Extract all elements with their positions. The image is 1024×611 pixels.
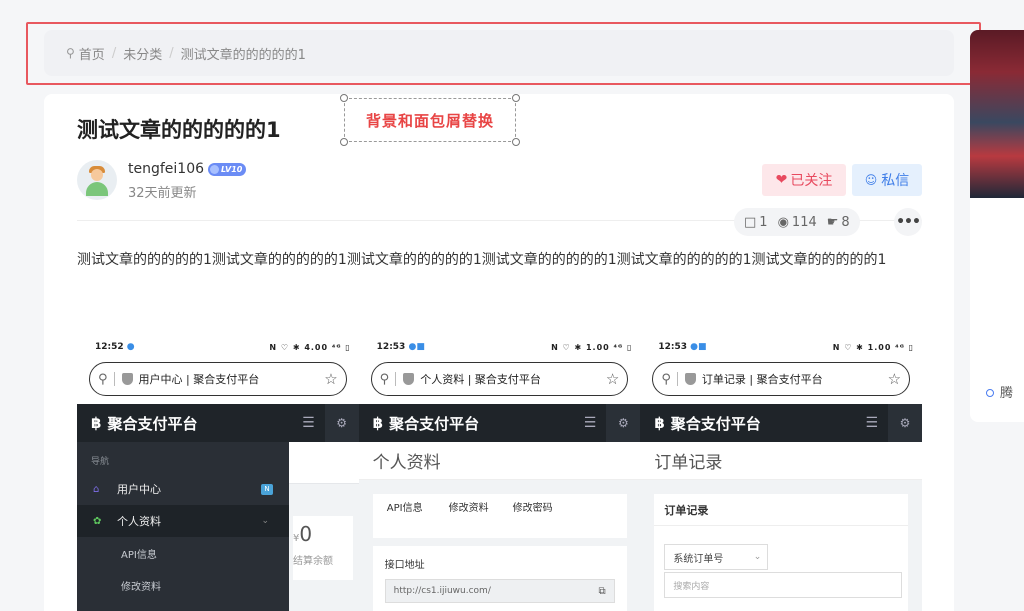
update-time: 32天前更新 [128, 186, 197, 201]
phone-screenshot-1: 12:52 ● N ♡ ✱ 4.00 ⁴ᴳ ▯ ⚲ 用户中心 | 聚合支付平台 … [77, 332, 359, 611]
field-label: 接口地址 [384, 560, 425, 571]
eye-icon: ◉ [777, 214, 789, 230]
status-bar: 12:53 ●■ N ♡ ✱ 1.00 ⁴ᴳ ▯ [376, 342, 633, 352]
copy-icon: ⧉ [598, 585, 606, 597]
comment-icon: □ [744, 214, 757, 230]
page-title: 订单记录 [640, 442, 923, 480]
menu-icon: ☰ [302, 415, 315, 431]
bitcoin-icon: ฿ [91, 414, 102, 432]
breadcrumb: ⚲ 首页 / 未分类 / 测试文章的的的的的1 [44, 30, 954, 76]
map-pin-icon: ⚲ [66, 46, 75, 60]
article-card: 测试文章的的的的的1 背景和面包屑替换 tengfei106 LV10 32天前… [44, 94, 954, 611]
resize-handle-icon [340, 138, 348, 146]
app-header: ฿聚合支付平台 ☰ ⚙ [640, 404, 923, 442]
chat-icon: ☺ [864, 173, 878, 187]
order-field-select: 系统订单号 ⌄ [664, 544, 769, 570]
sidebar-card-image[interactable] [970, 30, 1024, 198]
breadcrumb-separator: / [111, 45, 117, 61]
article-page: ⚲ 首页 / 未分类 / 测试文章的的的的的1 腾 测试文章的的的的的1 背景和… [0, 0, 1024, 611]
star-icon: ☆ [887, 370, 902, 388]
bitcoin-icon: ฿ [654, 414, 665, 432]
sidebar-subitem: 修改资料 [121, 581, 161, 593]
app-sidebar: 导航 ⌂ 用户中心 N ✿ 个人资料 ⌄ API信息 修改资料 [77, 442, 289, 611]
app-content: ¥0 结算余额 [289, 442, 359, 611]
order-box: 订单记录 系统订单号 ⌄ 搜索内容 [654, 494, 909, 611]
page-title: 个人资料 [358, 442, 641, 480]
status-bar: 12:53 ●■ N ♡ ✱ 1.00 ⁴ᴳ ▯ [658, 342, 915, 352]
avatar[interactable] [77, 160, 117, 200]
thumbs-up-icon: ☛ [826, 214, 839, 230]
article-body: 测试文章的的的的的1测试文章的的的的的1测试文章的的的的的1测试文章的的的的的1… [77, 252, 887, 268]
bitcoin-icon: ฿ [372, 414, 384, 432]
sidebar-card-text[interactable]: 腾 [986, 382, 1013, 401]
search-icon: ⚲ [98, 371, 108, 387]
shield-icon [403, 373, 415, 385]
phone-screenshot-3: 12:53 ●■ N ♡ ✱ 1.00 ⁴ᴳ ▯ ⚲ 订单记录 | 聚合支付平台… [640, 332, 923, 611]
tab-api-info: API信息 [372, 494, 437, 538]
breadcrumb-separator: / [169, 45, 174, 61]
annotation-text: 背景和面包屑替换 [365, 111, 494, 130]
tab-edit-profile: 修改资料 [448, 503, 489, 514]
breadcrumb-category[interactable]: 未分类 [123, 44, 162, 63]
follow-button[interactable]: ❤ 已关注 [762, 164, 846, 196]
tab-change-password: 修改密码 [512, 503, 553, 514]
heart-icon: ❤ [775, 172, 788, 188]
browser-url-bar: ⚲ 个人资料 | 聚合支付平台 ☆ [370, 362, 629, 396]
view-count: ◉ 114 [777, 214, 817, 230]
gear-icon: ⚙ [606, 404, 641, 442]
search-icon: ⚲ [661, 371, 671, 387]
shield-icon [121, 373, 133, 385]
gear-icon: ⚙ [888, 404, 923, 442]
app-header: ฿聚合支付平台 ☰ ⚙ [77, 404, 359, 442]
sidebar-item-user-center: ⌂ 用户中心 N [77, 473, 289, 505]
star-icon: ☆ [324, 370, 338, 388]
annotation-box: 背景和面包屑替换 [340, 94, 520, 146]
home-icon: ⌂ [93, 483, 100, 495]
sidebar-item-profile: ✿ 个人资料 ⌄ [77, 505, 289, 537]
phone-screenshot-2: 12:53 ●■ N ♡ ✱ 1.00 ⁴ᴳ ▯ ⚲ 个人资料 | 聚合支付平台… [358, 332, 641, 611]
status-bar: 12:52 ● N ♡ ✱ 4.00 ⁴ᴳ ▯ [95, 342, 351, 352]
order-search-input: 搜索内容 [664, 572, 903, 598]
browser-url-bar: ⚲ 用户中心 | 聚合支付平台 ☆ [89, 362, 347, 396]
order-box-title: 订单记录 [654, 494, 909, 526]
message-button[interactable]: ☺ 私信 [852, 164, 922, 196]
resize-handle-icon [340, 94, 348, 102]
shield-icon [684, 373, 696, 385]
star-icon: ☆ [605, 370, 620, 388]
balance-widget: ¥0 结算余额 [293, 516, 353, 580]
menu-icon: ☰ [583, 415, 597, 431]
bullet-icon [986, 389, 994, 397]
sidebar-subitem: API信息 [121, 549, 157, 561]
gear-icon: ⚙ [324, 404, 359, 442]
more-button[interactable]: ••• [894, 208, 922, 236]
comment-count[interactable]: □ 1 [744, 215, 768, 230]
profile-tabs: API信息 修改资料 修改密码 [372, 494, 627, 538]
author-name-row: tengfei106 LV10 [128, 161, 247, 177]
like-count[interactable]: ☛ 8 [827, 215, 850, 230]
browser-url-bar: ⚲ 订单记录 | 聚合支付平台 ☆ [652, 362, 911, 396]
author-name[interactable]: tengfei106 [128, 161, 204, 177]
article-image: 12:52 ● N ♡ ✱ 4.00 ⁴ᴳ ▯ ⚲ 用户中心 | 聚合支付平台 … [77, 332, 923, 611]
article-title: 测试文章的的的的的1 [77, 118, 281, 142]
leaf-icon: ✿ [93, 515, 102, 527]
app-header: ฿聚合支付平台 ☰ ⚙ [358, 404, 641, 442]
api-url-field: http://cs1.ijiuwu.com/⧉ [384, 579, 615, 603]
article-stats: □ 1 ◉ 114 ☛ 8 [734, 208, 860, 236]
sidebar-card[interactable]: 腾 [970, 30, 1024, 422]
level-badge: LV10 [208, 162, 247, 176]
resize-handle-icon [512, 94, 520, 102]
resize-handle-icon [512, 138, 520, 146]
search-icon: ⚲ [379, 371, 390, 387]
menu-icon: ☰ [865, 415, 879, 431]
gem-icon [210, 164, 220, 174]
breadcrumb-current: 测试文章的的的的的1 [180, 47, 306, 63]
chevron-down-icon: ⌄ [753, 552, 762, 562]
api-form: 接口地址 http://cs1.ijiuwu.com/⧉ [372, 546, 627, 611]
chevron-down-icon: ⌄ [261, 516, 269, 526]
breadcrumb-home[interactable]: 首页 [79, 44, 105, 63]
